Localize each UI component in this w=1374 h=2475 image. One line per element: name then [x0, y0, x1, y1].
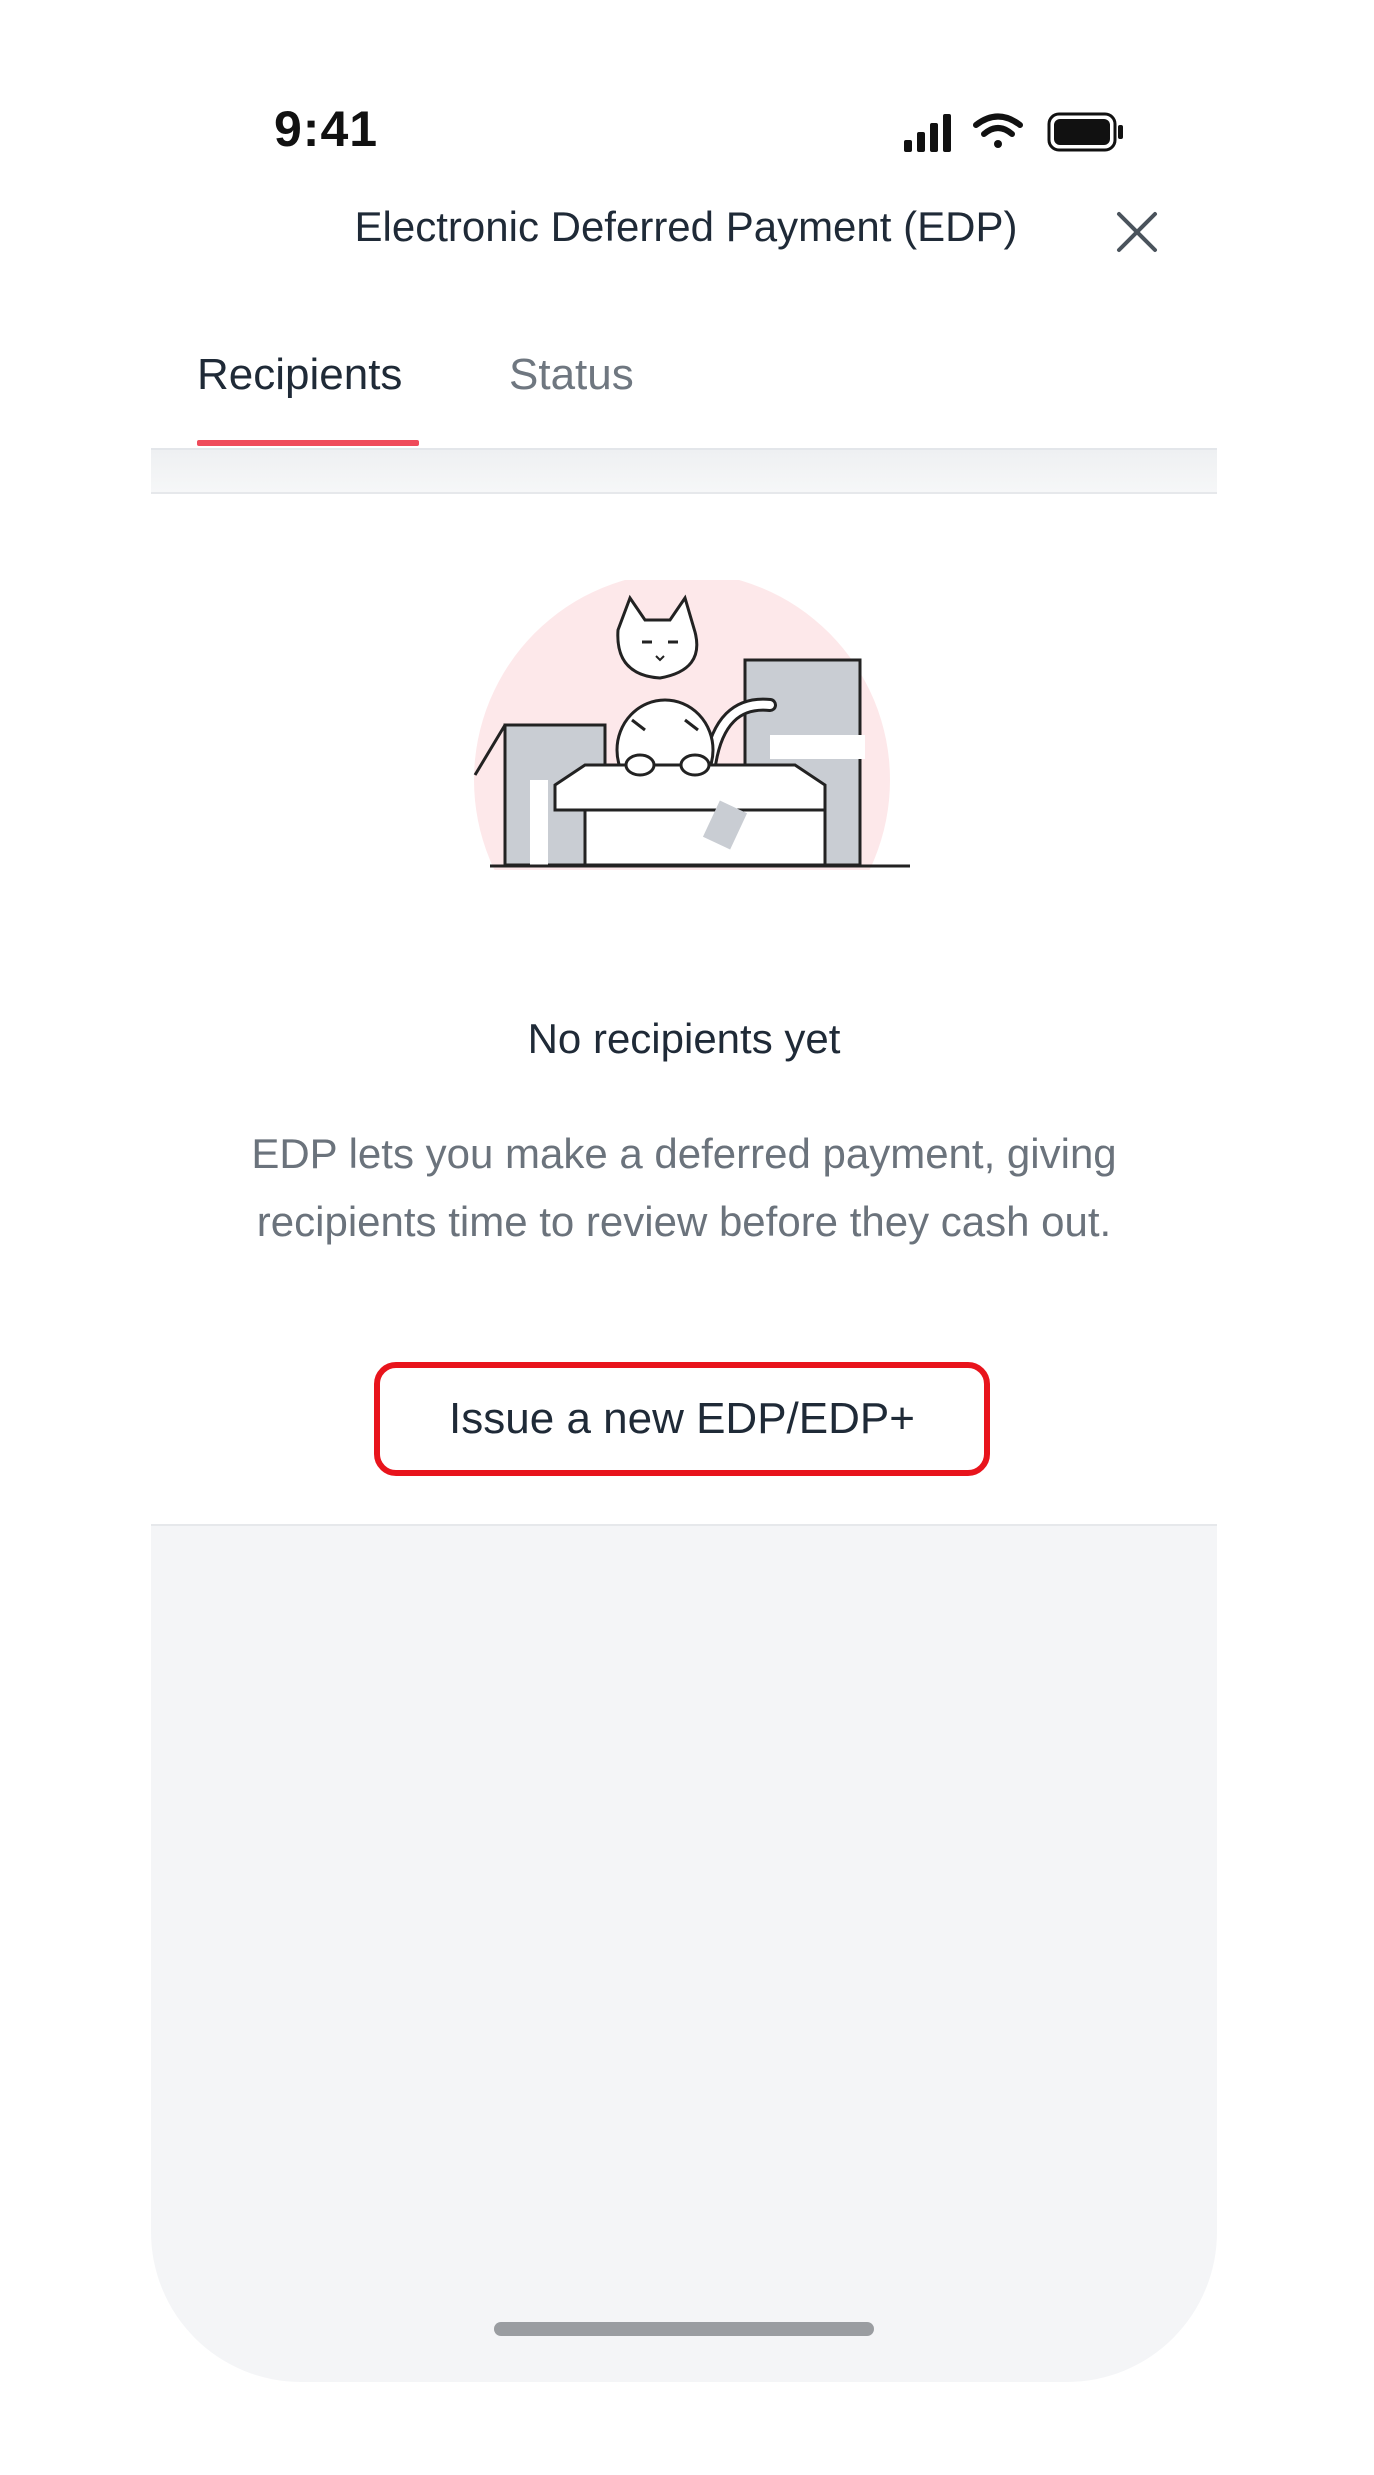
tab-bar: Recipients Status [151, 340, 1217, 451]
close-button[interactable] [1112, 207, 1162, 257]
page-title: Electronic Deferred Payment (EDP) [354, 203, 1018, 250]
close-icon [1117, 212, 1157, 252]
issue-new-edp-button[interactable]: Issue a new EDP/EDP+ [374, 1362, 990, 1476]
cat-in-box-illustration [473, 580, 910, 870]
home-indicator [494, 2322, 874, 2336]
wifi-icon [973, 113, 1023, 148]
active-tab-indicator [197, 440, 419, 446]
tab-recipients[interactable]: Recipients [197, 350, 402, 400]
modal-header: Electronic Deferred Payment (EDP) [0, 195, 1374, 265]
status-bar: 9:41 [0, 0, 1374, 200]
status-icons [904, 112, 1123, 152]
content-background [151, 1524, 1217, 2382]
status-time: 9:41 [274, 101, 379, 157]
tab-status[interactable]: Status [509, 350, 634, 400]
empty-state-description: EDP lets you make a deferred payment, gi… [251, 1130, 1117, 1245]
battery-icon [1047, 112, 1123, 152]
empty-state-title: No recipients yet [527, 1015, 841, 1062]
tab-divider [151, 450, 1217, 494]
signal-icon [904, 114, 951, 152]
